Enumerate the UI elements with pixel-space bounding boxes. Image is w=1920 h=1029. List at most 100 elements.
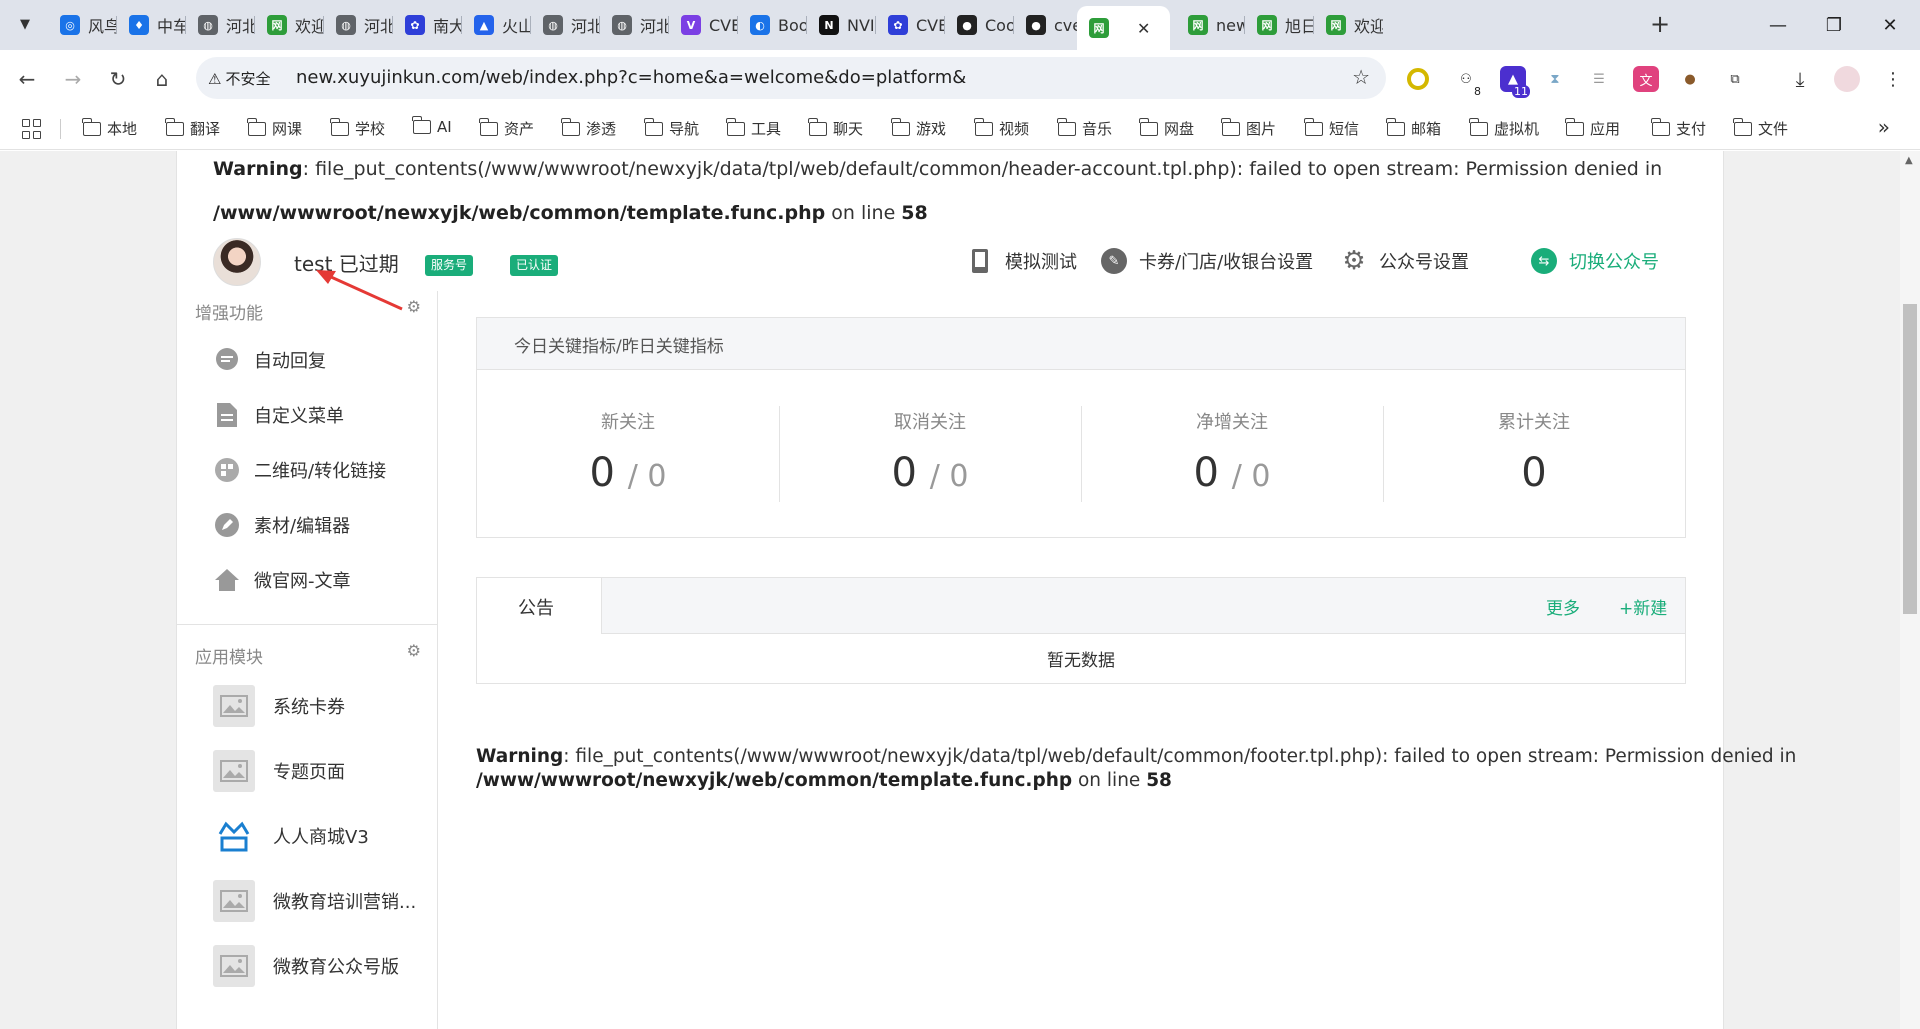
url-text[interactable]: new.xuyujinkun.com/web/index.php?c=home&…	[296, 67, 966, 88]
browser-tab[interactable]: ♦ 中车	[117, 6, 186, 44]
browser-tab[interactable]: ◐ Boo	[738, 6, 807, 44]
bookmark-folder[interactable]: 邮箱	[1386, 117, 1441, 139]
bookmark-folder[interactable]: 工具	[726, 117, 781, 139]
bookmark-folder[interactable]: 文件	[1733, 117, 1788, 139]
minimize-icon[interactable]: —	[1758, 10, 1798, 40]
browser-tab[interactable]: ▲ 火山	[462, 6, 531, 44]
sidebar-app-renren-mall[interactable]: 人人商城V3	[213, 815, 369, 857]
browser-tab[interactable]: ◍ 河北	[531, 6, 600, 44]
browser-tab[interactable]: 网 new	[1176, 6, 1245, 44]
folder-icon	[726, 117, 745, 136]
bookmark-folder[interactable]: 应用	[1565, 117, 1620, 139]
close-tab-icon[interactable]: ✕	[1137, 19, 1150, 38]
extension-hourglass-icon[interactable]: ⧗	[1542, 66, 1568, 92]
tab-favicon-icon: 网	[1089, 18, 1109, 38]
profile-avatar[interactable]	[1834, 66, 1860, 92]
modules-settings-gear-icon[interactable]: ⚙	[407, 641, 421, 660]
bookmark-folder[interactable]: 学校	[330, 117, 385, 139]
bookmark-folder[interactable]: 网盘	[1139, 117, 1194, 139]
browser-tab[interactable]: ● Coo	[945, 6, 1014, 44]
sidebar-app-topic-pages[interactable]: 专题页面	[213, 750, 345, 792]
sidebar-app-edu-official[interactable]: 微教育公众号版	[213, 945, 399, 987]
close-window-icon[interactable]: ✕	[1870, 10, 1910, 40]
sidebar-item-micro-site[interactable]: 微官网-文章	[214, 564, 351, 596]
browser-tab[interactable]: 网 ✕	[1077, 6, 1170, 50]
browser-tab[interactable]: 网旭日	[1245, 6, 1314, 44]
bookmark-folder[interactable]: AI	[412, 116, 452, 136]
bookmark-folder[interactable]: 资产	[479, 117, 534, 139]
sidebar-app-system-coupons[interactable]: 系统卡券	[213, 685, 345, 727]
bookmark-folder[interactable]: 聊天	[808, 117, 863, 139]
browser-tab[interactable]: 网欢迎	[255, 6, 324, 44]
extension-graduation-icon[interactable]: ▲ 11	[1500, 66, 1530, 98]
notice-more-link[interactable]: 更多	[1546, 594, 1580, 619]
folder-icon	[1733, 117, 1752, 136]
browser-tab[interactable]: ✿ 南大	[393, 6, 462, 44]
browser-tab[interactable]: N NVI	[807, 6, 876, 44]
extensions-puzzle-icon[interactable]: ⧉	[1722, 66, 1748, 92]
download-icon[interactable]: ⤓	[1787, 66, 1813, 92]
home-icon[interactable]: ⌂	[147, 64, 177, 94]
notice-create-link[interactable]: +新建	[1619, 594, 1667, 619]
extension-panda-icon[interactable]: ⚇ 8	[1453, 66, 1483, 98]
new-tab-button[interactable]: +	[1650, 12, 1670, 36]
browser-menu-icon[interactable]: ⋮	[1880, 66, 1906, 92]
tab-favicon-icon: ◎	[60, 15, 80, 35]
card-store-settings-link[interactable]: ✎ 卡券/门店/收银台设置	[1101, 248, 1313, 274]
browser-tab[interactable]: V CVE	[669, 6, 738, 44]
image-placeholder-icon	[213, 750, 255, 792]
sidebar-item-material-editor[interactable]: 素材/编辑器	[214, 509, 350, 541]
extension-bars-icon[interactable]: ☰	[1586, 66, 1612, 92]
sidebar-item-custom-menu[interactable]: 自定义菜单	[214, 399, 344, 431]
stat-net-follow: 净增关注 0 / 0	[1193, 412, 1271, 496]
switch-account-link[interactable]: ⇆ 切换公众号	[1531, 248, 1659, 274]
scrollbar-thumb[interactable]	[1903, 304, 1917, 614]
account-avatar[interactable]	[213, 238, 261, 286]
sidebar-app-edu-marketing[interactable]: 微教育培训营销...	[213, 880, 416, 922]
bookmark-folder[interactable]: 支付	[1651, 117, 1706, 139]
apps-grid-icon[interactable]	[22, 119, 42, 139]
back-arrow-icon[interactable]: ←	[12, 64, 42, 94]
bookmark-folder[interactable]: 翻译	[165, 117, 220, 139]
account-settings-link[interactable]: ⚙ 公众号设置	[1341, 246, 1469, 276]
browser-tab[interactable]: ◎ 风鸟	[48, 6, 117, 44]
forward-arrow-icon[interactable]: →	[58, 64, 88, 94]
bookmark-folder[interactable]: 渗透	[561, 117, 616, 139]
browser-tab[interactable]: ● cve	[1014, 6, 1083, 44]
extension-translate-icon[interactable]: 文	[1633, 66, 1659, 92]
scroll-up-arrow-icon[interactable]: ▲	[1905, 155, 1913, 166]
bookmark-folder[interactable]: 游戏	[891, 117, 946, 139]
bookmark-folder[interactable]: 虚拟机	[1469, 117, 1539, 139]
bookmark-folder[interactable]: 本地	[82, 117, 137, 139]
extension-ring-icon[interactable]	[1407, 68, 1429, 90]
reload-icon[interactable]: ↻	[103, 64, 133, 94]
restore-icon[interactable]: ❐	[1814, 10, 1854, 40]
bookmark-folder[interactable]: 视频	[974, 117, 1029, 139]
bookmark-folder[interactable]: 导航	[644, 117, 699, 139]
bookmark-folder[interactable]: 图片	[1221, 117, 1276, 139]
browser-tab[interactable]: 网欢迎	[1314, 6, 1383, 44]
browser-tab[interactable]: ◍ 河北	[186, 6, 255, 44]
more-bookmarks-icon[interactable]: »	[1878, 115, 1890, 139]
browser-tab[interactable]: ✿ CVE	[876, 6, 945, 44]
sidebar-item-qrcode[interactable]: 二维码/转化链接	[214, 454, 386, 486]
address-bar[interactable]: ⚠ 不安全 new.xuyujinkun.com/web/index.php?c…	[196, 57, 1386, 99]
bookmark-star-icon[interactable]: ☆	[1352, 65, 1370, 89]
sidebar-item-auto-reply[interactable]: 自动回复	[214, 344, 326, 376]
tab-favicon-icon: V	[681, 15, 701, 35]
browser-tab[interactable]: ◍ 河北	[324, 6, 393, 44]
tab-search-chevron-icon[interactable]: ▼	[10, 9, 40, 39]
tab-title: 南大	[433, 17, 462, 36]
extension-cookie-icon[interactable]: ●	[1677, 66, 1703, 92]
bookmark-folder[interactable]: 音乐	[1057, 117, 1112, 139]
browser-toolbar: ← → ↻ ⌂ ⚠ 不安全 new.xuyujinkun.com/web/ind…	[0, 50, 1920, 107]
tab-favicon-icon: ✿	[888, 15, 908, 35]
simulate-test-link[interactable]: 模拟测试	[967, 248, 1077, 274]
bookmark-folder[interactable]: 短信	[1304, 117, 1359, 139]
tab-notice[interactable]: 公告	[477, 578, 602, 634]
page-viewport: Warning: file_put_contents(/www/wwwroot/…	[0, 151, 1900, 1029]
page-scrollbar[interactable]: ▲	[1900, 151, 1920, 1029]
browser-tab[interactable]: ◍ 河北	[600, 6, 669, 44]
security-indicator[interactable]: ⚠ 不安全	[208, 68, 270, 89]
bookmark-folder[interactable]: 网课	[247, 117, 302, 139]
